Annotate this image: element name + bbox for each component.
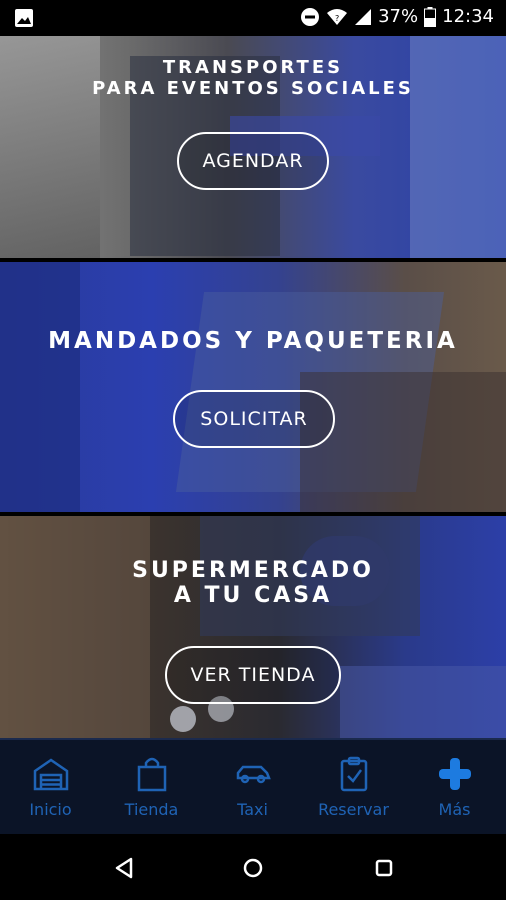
back-icon[interactable] (110, 854, 138, 882)
plus-icon (404, 756, 505, 792)
car-icon (202, 756, 303, 792)
status-bar: ? 37% 12:34 (0, 0, 506, 36)
do-not-disturb-icon (300, 7, 320, 27)
wifi-icon: ? (326, 8, 348, 26)
battery-icon (424, 6, 437, 27)
battery-percent: 37% (378, 6, 419, 27)
nav-label: Tienda (124, 800, 179, 819)
panel-title: SUPERMERCADO A TU CASA (132, 558, 374, 609)
gallery-notification-icon (14, 8, 34, 28)
nav-label: Taxi (237, 800, 268, 819)
ver-tienda-button[interactable]: VER TIENDA (165, 646, 341, 704)
agendar-button[interactable]: AGENDAR (177, 132, 329, 190)
nav-item-mas[interactable]: Más (404, 740, 505, 834)
clock: 12:34 (442, 6, 494, 27)
banner-mandados: MANDADOS Y PAQUETERIA SOLICITAR (0, 262, 506, 512)
warehouse-icon (0, 756, 101, 792)
nav-label: Más (438, 800, 471, 819)
nav-item-tienda[interactable]: Tienda (101, 740, 202, 834)
svg-text:?: ? (335, 14, 339, 23)
shopping-bag-icon (101, 756, 202, 792)
recents-icon[interactable] (370, 854, 398, 882)
banner-transportes: TRANSPORTES PARA EVENTOS SOCIALES AGENDA… (0, 36, 506, 258)
nav-label: Inicio (29, 800, 72, 819)
nav-item-inicio[interactable]: Inicio (0, 740, 101, 834)
android-nav-bar (0, 834, 506, 900)
clipboard-check-icon (303, 756, 404, 792)
nav-item-reservar[interactable]: Reservar (303, 740, 404, 834)
signal-icon (354, 8, 372, 26)
nav-item-taxi[interactable]: Taxi (202, 740, 303, 834)
panel-title: TRANSPORTES PARA EVENTOS SOCIALES (92, 57, 414, 99)
bottom-nav: Inicio Tienda Taxi Reservar Más (0, 738, 506, 836)
home-icon[interactable] (239, 854, 267, 882)
solicitar-button[interactable]: SOLICITAR (173, 390, 335, 448)
nav-label: Reservar (318, 800, 389, 819)
panel-title: MANDADOS Y PAQUETERIA (48, 328, 458, 354)
banner-supermercado: SUPERMERCADO A TU CASA VER TIENDA (0, 516, 506, 738)
